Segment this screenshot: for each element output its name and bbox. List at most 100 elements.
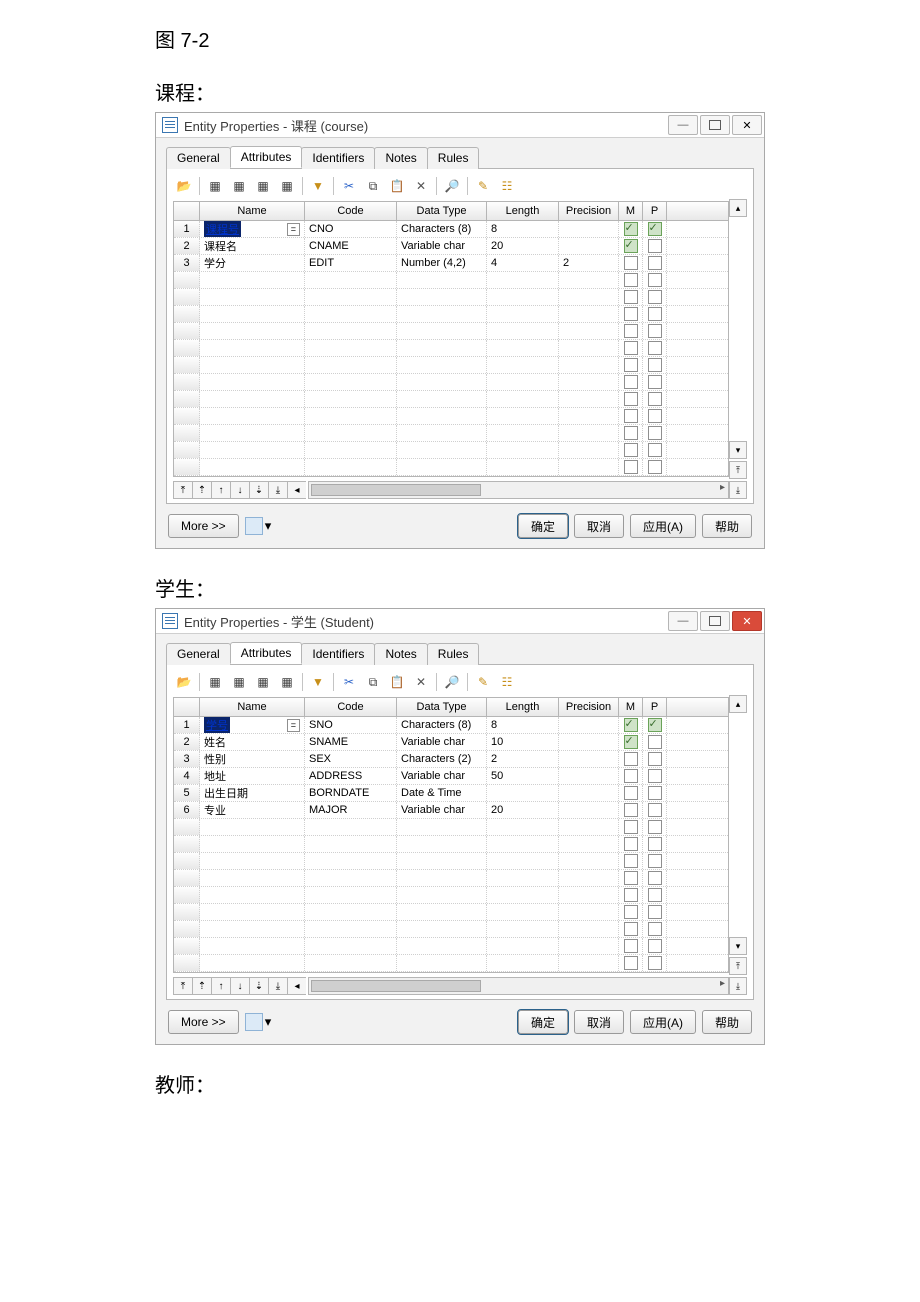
cell-datatype[interactable]: Characters (8) [397, 717, 487, 733]
table-row[interactable] [174, 836, 728, 853]
delete-icon[interactable]: ✕ [410, 671, 432, 693]
nav-prev[interactable]: ↑ [211, 977, 230, 995]
checkbox-icon[interactable] [624, 256, 638, 270]
cell-primary[interactable] [643, 802, 667, 818]
checkbox-icon[interactable] [648, 956, 662, 970]
actions-menu[interactable]: ▾ [245, 1013, 272, 1031]
col-code[interactable]: Code [305, 698, 397, 716]
cell-datatype[interactable]: Variable char [397, 768, 487, 784]
checkbox-icon[interactable] [648, 375, 662, 389]
cell-name[interactable]: 姓名 [200, 734, 305, 750]
cell-mandatory[interactable] [619, 238, 643, 254]
checkbox-icon[interactable] [624, 922, 638, 936]
cut-icon[interactable]: ✂ [338, 175, 360, 197]
col-mandatory[interactable]: M [619, 202, 643, 220]
cell-code[interactable]: SNO [305, 717, 397, 733]
cell-length[interactable] [487, 785, 559, 801]
col-name[interactable]: Name [200, 698, 305, 716]
checkbox-icon[interactable] [648, 409, 662, 423]
col-mandatory[interactable]: M [619, 698, 643, 716]
checkbox-icon[interactable] [624, 820, 638, 834]
checkbox-icon[interactable] [624, 939, 638, 953]
checkbox-icon[interactable] [648, 239, 662, 253]
scroll-up-icon[interactable]: ▴ [729, 695, 747, 713]
checkbox-icon[interactable] [648, 786, 662, 800]
tab-identifiers[interactable]: Identifiers [301, 643, 375, 665]
checkbox-icon[interactable] [624, 358, 638, 372]
nav-last[interactable]: ⤓ [268, 977, 287, 995]
delete-icon[interactable]: ✕ [410, 175, 432, 197]
filter-icon[interactable]: ▼ [307, 175, 329, 197]
col-length[interactable]: Length [487, 698, 559, 716]
attributes-grid[interactable]: Name Code Data Type Length Precision M P… [173, 697, 729, 973]
table-row[interactable] [174, 921, 728, 938]
ok-button[interactable]: 确定 [518, 514, 568, 538]
tab-general[interactable]: General [166, 147, 231, 169]
cell-code[interactable]: EDIT [305, 255, 397, 271]
cell-datatype[interactable]: Variable char [397, 238, 487, 254]
cell-length[interactable]: 4 [487, 255, 559, 271]
scroll-up-icon[interactable]: ▴ [729, 199, 747, 217]
find-icon[interactable]: 🔎 [441, 671, 463, 693]
nav-last[interactable]: ⤓ [268, 481, 287, 499]
cell-precision[interactable] [559, 751, 619, 767]
cell-code[interactable]: ADDRESS [305, 768, 397, 784]
checkbox-icon[interactable] [648, 273, 662, 287]
copy-icon[interactable]: ⧉ [362, 671, 384, 693]
horizontal-scrollbar[interactable] [308, 977, 729, 995]
cell-precision[interactable] [559, 717, 619, 733]
scroll-bottom-icon[interactable]: ⤓ [729, 977, 747, 995]
checkbox-icon[interactable] [648, 922, 662, 936]
cell-code[interactable]: SEX [305, 751, 397, 767]
scroll-top-icon[interactable]: ⤒ [729, 957, 747, 975]
checkbox-icon[interactable] [648, 426, 662, 440]
nav-first[interactable]: ⤒ [173, 977, 192, 995]
more-button[interactable]: More >> [168, 514, 239, 538]
checkbox-icon[interactable] [648, 871, 662, 885]
insert-row-icon[interactable]: ▦ [204, 175, 226, 197]
cell-length[interactable]: 20 [487, 238, 559, 254]
cell-mandatory[interactable] [619, 717, 643, 733]
restore-button[interactable] [700, 115, 730, 135]
cell-name[interactable]: 出生日期 [200, 785, 305, 801]
table-row[interactable] [174, 955, 728, 972]
checkbox-icon[interactable] [624, 837, 638, 851]
checkbox-icon[interactable] [624, 718, 638, 732]
cell-precision[interactable] [559, 785, 619, 801]
cell-primary[interactable] [643, 751, 667, 767]
cell-mandatory[interactable] [619, 768, 643, 784]
restore-button[interactable] [700, 611, 730, 631]
nav-h-left[interactable]: ◂ [287, 977, 306, 995]
cell-length[interactable]: 20 [487, 802, 559, 818]
cell-precision[interactable] [559, 768, 619, 784]
checkbox-icon[interactable] [624, 803, 638, 817]
table-row[interactable]: 2 课程名 CNAME Variable char 20 [174, 238, 728, 255]
checkbox-icon[interactable] [648, 888, 662, 902]
table-row[interactable]: 3 性别 SEX Characters (2) 2 [174, 751, 728, 768]
checkbox-icon[interactable] [624, 273, 638, 287]
checkbox-icon[interactable] [624, 341, 638, 355]
tab-rules[interactable]: Rules [427, 643, 480, 665]
checkbox-icon[interactable] [624, 854, 638, 868]
checkbox-icon[interactable] [648, 718, 662, 732]
table-row[interactable]: 2 姓名 SNAME Variable char 10 [174, 734, 728, 751]
paste-icon[interactable]: 📋 [386, 175, 408, 197]
table-row[interactable] [174, 391, 728, 408]
insert-col-icon[interactable]: ▦ [252, 175, 274, 197]
table-row[interactable] [174, 374, 728, 391]
cell-mandatory[interactable] [619, 751, 643, 767]
ok-button[interactable]: 确定 [518, 1010, 568, 1034]
checkbox-icon[interactable] [624, 769, 638, 783]
add-row-icon[interactable]: ▦ [228, 671, 250, 693]
check-icon[interactable]: ✎ [472, 671, 494, 693]
table-row[interactable]: 3 学分 EDIT Number (4,2) 4 2 [174, 255, 728, 272]
tab-identifiers[interactable]: Identifiers [301, 147, 375, 169]
help-button[interactable]: 帮助 [702, 1010, 752, 1034]
checkbox-icon[interactable] [648, 307, 662, 321]
table-row[interactable] [174, 289, 728, 306]
cell-name[interactable]: 课程名 [200, 238, 305, 254]
checkbox-icon[interactable] [624, 752, 638, 766]
checkbox-icon[interactable] [648, 820, 662, 834]
add-col-icon[interactable]: ▦ [276, 671, 298, 693]
checkbox-icon[interactable] [648, 905, 662, 919]
